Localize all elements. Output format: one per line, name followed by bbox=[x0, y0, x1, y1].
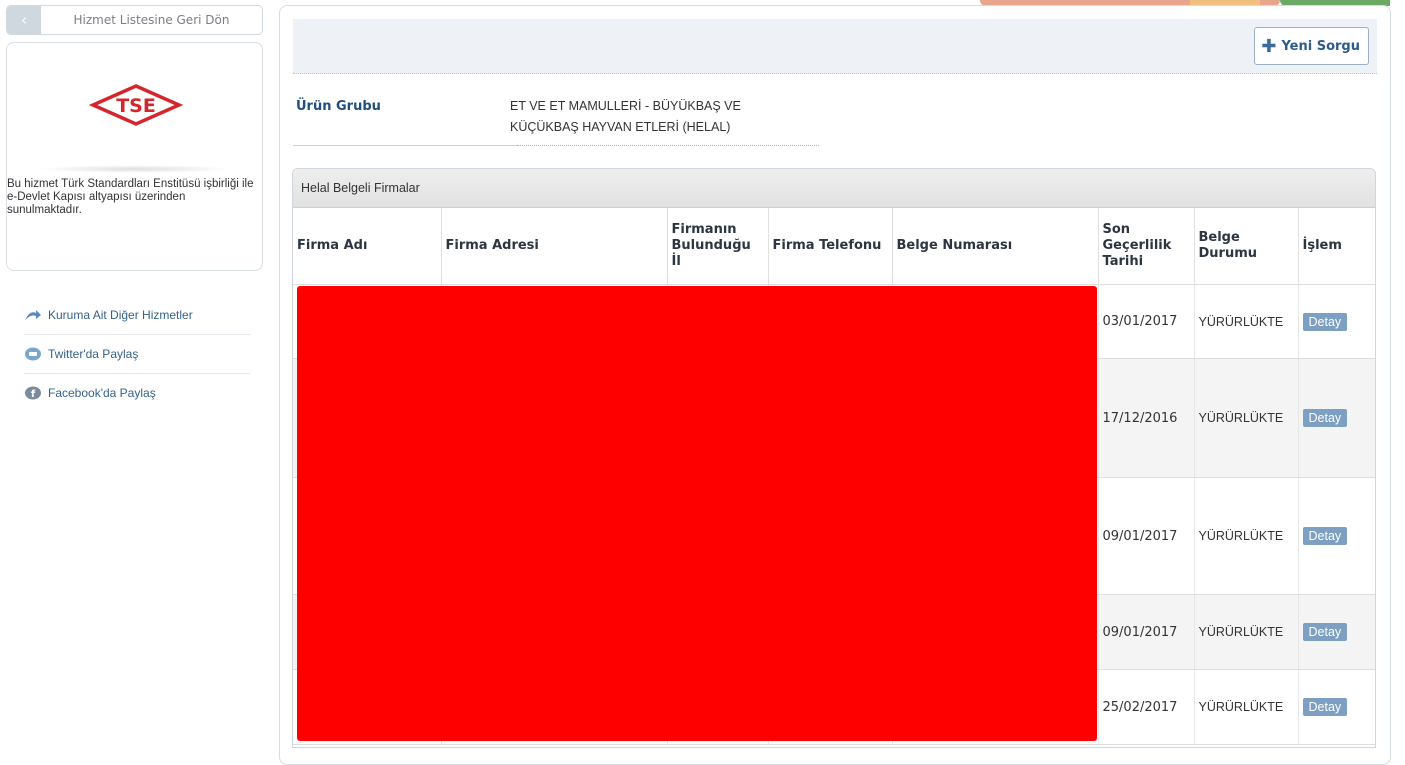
sidebar-item-twitter-share[interactable]: Twitter'da Paylaş bbox=[24, 335, 250, 374]
column-header[interactable]: Firma Telefonu bbox=[768, 208, 893, 285]
table-header-row: Firma Adı Firma Adresi Firmanın Bulunduğ… bbox=[293, 208, 1375, 285]
column-header[interactable]: Son Geçerlilik Tarihi bbox=[1098, 208, 1195, 285]
sidebar-link-label: Twitter'da Paylaş bbox=[48, 347, 139, 361]
twitter-icon bbox=[25, 347, 41, 361]
arrow-icon bbox=[25, 310, 41, 320]
detail-button[interactable]: Detay bbox=[1302, 698, 1348, 716]
plus-icon: ✚ bbox=[1261, 35, 1277, 57]
new-query-label: Yeni Sorgu bbox=[1281, 38, 1360, 54]
expiry-date: 17/12/2016 bbox=[1098, 358, 1195, 478]
service-info-box: TSE Bu hizmet Türk Standardları Enstitüs… bbox=[6, 42, 263, 271]
facebook-icon: f bbox=[25, 386, 41, 400]
sidebar-item-other-services[interactable]: Kuruma Ait Diğer Hizmetler bbox=[24, 296, 250, 335]
table-title: Helal Belgeli Firmalar bbox=[293, 169, 1375, 208]
column-header[interactable]: Firmanın Bulunduğu İl bbox=[667, 208, 769, 285]
back-button-label: Hizmet Listesine Geri Dön bbox=[73, 13, 230, 27]
column-header[interactable]: Firma Adresi bbox=[441, 208, 668, 285]
sidebar-link-label: Facebook'da Paylaş bbox=[48, 386, 156, 400]
detail-button[interactable]: Detay bbox=[1302, 527, 1348, 545]
column-header[interactable]: Belge Durumu bbox=[1194, 208, 1299, 285]
new-query-button[interactable]: ✚ Yeni Sorgu bbox=[1254, 27, 1369, 65]
column-header[interactable]: Belge Numarası bbox=[892, 208, 1099, 285]
certificate-status: YÜRÜRLÜKTE bbox=[1194, 358, 1299, 478]
service-info-text: Bu hizmet Türk Standardları Enstitüsü iş… bbox=[7, 178, 254, 216]
product-group-label: Ürün Grubu bbox=[296, 99, 381, 114]
expiry-date: 03/01/2017 bbox=[1098, 284, 1195, 359]
svg-text:TSE: TSE bbox=[116, 95, 156, 117]
query-toolbar: ✚ Yeni Sorgu bbox=[293, 19, 1377, 74]
sidebar-item-facebook-share[interactable]: f Facebook'da Paylaş bbox=[24, 374, 250, 412]
certificate-status: YÜRÜRLÜKTE bbox=[1194, 284, 1299, 359]
redaction-block bbox=[297, 286, 1097, 741]
sidebar-link-label: Kuruma Ait Diğer Hizmetler bbox=[48, 308, 193, 322]
expiry-date: 09/01/2017 bbox=[1098, 477, 1195, 595]
product-group-value: ET VE ET MAMULLERİ - BÜYÜKBAŞ VE KÜÇÜKBA… bbox=[510, 99, 741, 134]
sidebar-links: Kuruma Ait Diğer Hizmetler Twitter'da Pa… bbox=[24, 296, 250, 412]
svg-text:f: f bbox=[31, 389, 36, 400]
detail-button[interactable]: Detay bbox=[1302, 312, 1348, 331]
column-header[interactable]: Firma Adı bbox=[293, 208, 442, 285]
chevron-left-icon: ‹ bbox=[7, 6, 41, 34]
divider bbox=[293, 145, 517, 146]
detail-button[interactable]: Detay bbox=[1302, 623, 1348, 641]
certificate-status: YÜRÜRLÜKTE bbox=[1194, 477, 1299, 595]
tse-logo: TSE bbox=[89, 84, 183, 126]
column-header: İşlem bbox=[1298, 208, 1375, 285]
back-to-services-button[interactable]: ‹ Hizmet Listesine Geri Dön bbox=[6, 5, 263, 35]
certificate-status: YÜRÜRLÜKTE bbox=[1194, 594, 1299, 670]
detail-button[interactable]: Detay bbox=[1302, 409, 1348, 427]
expiry-date: 09/01/2017 bbox=[1098, 594, 1195, 670]
divider bbox=[517, 145, 819, 146]
expiry-date: 25/02/2017 bbox=[1098, 669, 1195, 745]
certificate-status: YÜRÜRLÜKTE bbox=[1194, 669, 1299, 745]
logo-shadow bbox=[37, 165, 233, 173]
